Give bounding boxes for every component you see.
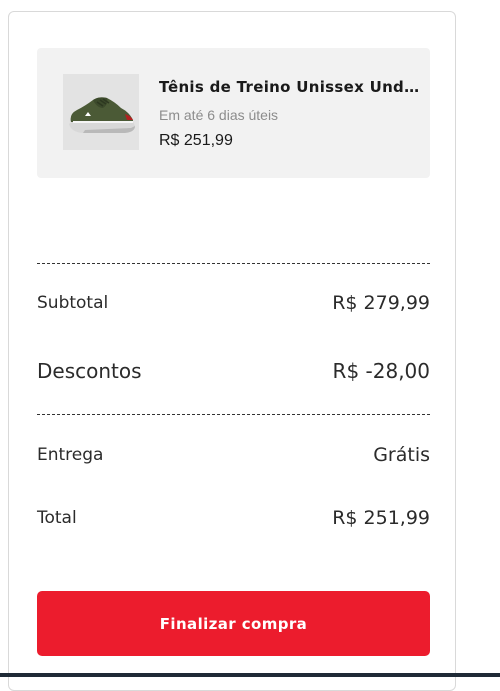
- delivery-estimate: Em até 6 dias úteis: [159, 107, 279, 123]
- product-price: R$ 251,99: [159, 132, 233, 149]
- discount-row: Descontos R$ -28,00: [37, 356, 430, 386]
- order-summary-panel: Tênis de Treino Unissex Under Armour Em …: [8, 11, 456, 691]
- subtotal-label: Subtotal: [37, 293, 109, 313]
- subtotal-value: R$ 279,99: [332, 292, 430, 314]
- total-row: Total R$ 251,99: [37, 503, 430, 533]
- discount-label: Descontos: [37, 359, 142, 383]
- total-value: R$ 251,99: [332, 507, 430, 529]
- cart-item[interactable]: Tênis de Treino Unissex Under Armour Em …: [37, 48, 430, 178]
- divider: [37, 414, 430, 415]
- discount-value: R$ -28,00: [332, 359, 430, 383]
- product-thumbnail[interactable]: [63, 74, 139, 150]
- shipping-row: Entrega Grátis: [37, 440, 430, 470]
- shipping-label: Entrega: [37, 445, 104, 465]
- window-bottom-edge: [0, 673, 500, 677]
- product-name[interactable]: Tênis de Treino Unissex Under Armour: [159, 78, 427, 96]
- checkout-button[interactable]: Finalizar compra: [37, 591, 430, 656]
- shipping-value: Grátis: [373, 444, 430, 466]
- sneaker-icon: [69, 97, 135, 133]
- subtotal-row: Subtotal R$ 279,99: [37, 288, 430, 318]
- divider: [37, 263, 430, 264]
- total-label: Total: [37, 508, 77, 528]
